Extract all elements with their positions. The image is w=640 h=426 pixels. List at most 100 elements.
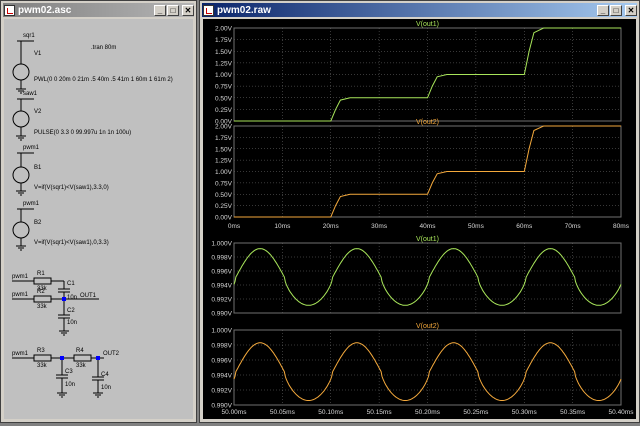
x-tick-label: 70ms <box>565 223 582 230</box>
trace-title: V(out1) <box>416 236 439 243</box>
minimize-button[interactable]: _ <box>597 4 609 16</box>
maximize-button[interactable]: □ <box>167 4 179 16</box>
v2-value: PULSE(0 3.3 0 99.997u 1n 1n 100u) <box>34 130 131 136</box>
c2-value: 10n <box>67 320 77 326</box>
c2-ref: C2 <box>67 308 75 314</box>
y-tick-label: 1.00V <box>215 72 233 79</box>
c3-ref: C3 <box>65 369 73 375</box>
v2-ref: V2 <box>34 109 42 115</box>
net-label-out1: OUT1 <box>80 293 97 299</box>
net-label-out2: OUT2 <box>103 351 120 357</box>
y-tick-label: 0.992V <box>211 297 232 304</box>
x-tick-label: 50.00ms <box>222 409 248 416</box>
r3-value: 33k <box>37 363 48 369</box>
waveform-plots[interactable]: 2.00V 1.75V 1.50V 1.25V 1.00V 0.75V 0.50V 0.25V… <box>203 19 638 421</box>
trace-title: V(out2) <box>416 323 439 330</box>
b1-value: V=if(V(sqr1)<V(saw1),3.3,0) <box>34 185 109 191</box>
x-tick-label: 20ms <box>323 223 340 230</box>
y-tick-label: 1.25V <box>215 158 233 165</box>
minimize-button[interactable]: _ <box>154 4 166 16</box>
waveform-title: pwm02.raw <box>217 4 271 16</box>
y-tick-label: 0.75V <box>215 180 233 187</box>
y-tick-label: 0.50V <box>215 95 233 102</box>
net-label-pwm1-b1: pwm1 <box>23 145 40 151</box>
b2-ref: B2 <box>34 220 42 226</box>
y-tick-label: 1.000V <box>211 241 232 248</box>
plot-frame <box>233 27 622 122</box>
y-tick-label: 0.994V <box>211 283 232 290</box>
maximize-button[interactable]: □ <box>610 4 622 16</box>
net-label-pwm1-r2: pwm1 <box>12 292 29 298</box>
y-tick-label: 0.994V <box>211 373 232 380</box>
waveform-titlebar[interactable]: pwm02.raw _ □ ✕ <box>202 3 637 17</box>
close-button[interactable]: ✕ <box>625 4 637 16</box>
b2-value: V=if(V(sqr1)<V(saw1),0,3.3) <box>34 240 109 246</box>
c3-value: 10n <box>65 382 75 388</box>
x-tick-label: 50.15ms <box>367 409 393 416</box>
x-tick-label: 0ms <box>228 223 241 230</box>
schematic-titlebar[interactable]: pwm02.asc _ □ ✕ <box>3 3 194 17</box>
c4-value: 10n <box>101 385 111 391</box>
x-tick-label: 50.25ms <box>463 409 489 416</box>
x-tick-label: 30ms <box>371 223 388 230</box>
v1-value: PWL(0 0 20m 0 21m .5 40m .5 41m 1 60m 1 … <box>34 77 173 83</box>
schematic-title: pwm02.asc <box>18 4 72 16</box>
y-tick-label: 1.000V <box>211 328 232 335</box>
net-label-saw1: saw1 <box>23 91 38 97</box>
y-tick-label: 0.996V <box>211 358 232 365</box>
net-label-pwm1-b2: pwm1 <box>23 201 40 207</box>
y-tick-label: 1.50V <box>215 49 233 56</box>
y-tick-label: 2.00V <box>215 124 233 131</box>
net-label-pwm1-r1: pwm1 <box>12 274 29 280</box>
y-tick-label: 0.75V <box>215 84 233 91</box>
x-tick-label: 50.10ms <box>318 409 344 416</box>
x-tick-label: 50.30ms <box>512 409 538 416</box>
y-tick-label: 0.992V <box>211 388 232 395</box>
schematic-app-icon[interactable] <box>4 4 15 16</box>
y-tick-label: 1.00V <box>215 169 233 176</box>
x-tick-label: 50ms <box>468 223 485 230</box>
trace-line-out1[interactable] <box>234 27 621 122</box>
x-tick-label: 80ms <box>613 223 630 230</box>
x-tick-label: 10ms <box>274 223 291 230</box>
y-tick-label: 1.75V <box>215 37 233 44</box>
waveform-plot-area[interactable]: 2.00V 1.75V 1.50V 1.25V 1.00V 0.75V 0.50V 0.25V… <box>203 19 636 419</box>
y-tick-label: 1.75V <box>215 135 233 142</box>
r2-ref: R2 <box>37 289 45 295</box>
schematic-drawing: .tran 80m sqr1 V1 PWL(0 0 20m 0 21m .5 4… <box>12 33 173 398</box>
r4-ref: R4 <box>76 348 84 354</box>
y-tick-label: 0.25V <box>215 107 233 114</box>
y-tick-label: 0.00V <box>215 215 233 222</box>
schematic-window[interactable]: pwm02.asc _ □ ✕ .tran 80m sqr1 V1 PWL(0 … <box>0 0 197 423</box>
c4-ref: C4 <box>101 372 109 378</box>
trace-title: V(out2) <box>416 119 439 126</box>
y-tick-label: 0.996V <box>211 269 232 276</box>
r1-ref: R1 <box>37 271 45 277</box>
y-tick-label: 0.998V <box>211 255 232 262</box>
r3-ref: R3 <box>37 348 45 354</box>
y-tick-label: 0.990V <box>211 311 232 318</box>
x-tick-label: 50.35ms <box>560 409 586 416</box>
y-tick-label: 0.50V <box>215 192 233 199</box>
c1-value: 10n <box>67 295 77 301</box>
close-button[interactable]: ✕ <box>182 4 194 16</box>
x-tick-label: 50.40ms <box>609 409 635 416</box>
c1-ref: C1 <box>67 281 75 287</box>
waveform-window[interactable]: pwm02.raw _ □ ✕ 2.00V 1.75V 1.50V 1.25V 1.00… <box>199 0 640 423</box>
net-label-pwm1-r3: pwm1 <box>12 351 29 357</box>
y-tick-label: 1.50V <box>215 146 233 153</box>
y-tick-label: 0.998V <box>211 343 232 350</box>
waveform-app-icon[interactable] <box>203 4 214 16</box>
schematic-canvas[interactable]: .tran 80m sqr1 V1 PWL(0 0 20m 0 21m .5 4… <box>4 19 193 419</box>
x-tick-label: 50.20ms <box>415 409 441 416</box>
plot-frame <box>233 242 622 314</box>
y-tick-label: 1.25V <box>215 60 233 67</box>
v1-ref: V1 <box>34 51 42 57</box>
y-tick-label: 2.00V <box>215 26 233 33</box>
x-tick-label: 40ms <box>420 223 437 230</box>
trace-title: V(out1) <box>416 21 439 28</box>
y-tick-label: 0.25V <box>215 203 233 210</box>
b1-ref: B1 <box>34 165 42 171</box>
net-label-sqr1: sqr1 <box>23 33 35 39</box>
x-tick-label: 50.05ms <box>270 409 296 416</box>
